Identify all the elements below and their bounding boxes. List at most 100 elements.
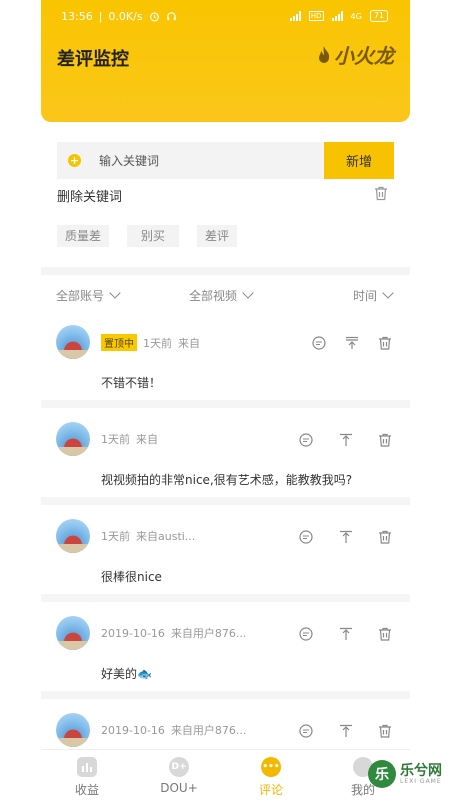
comment-time: 2019-10-16 xyxy=(101,723,165,737)
tab-earnings[interactable]: 收益 xyxy=(57,757,117,798)
alarm-icon xyxy=(149,12,159,21)
avatar xyxy=(56,325,90,359)
comment-item: 2019-10-16 来自用户876... xyxy=(41,699,410,749)
comment-divider xyxy=(41,594,410,602)
pin-icon[interactable] xyxy=(338,432,354,448)
watermark: 乐 乐兮网 LEXI GAME xyxy=(368,760,442,788)
pin-icon[interactable] xyxy=(338,529,354,545)
tab-label: 收益 xyxy=(74,783,99,797)
comment-time: 1天前 xyxy=(101,433,130,446)
comment-source: 来自用户876... xyxy=(170,724,247,737)
watermark-text: 乐兮网 xyxy=(400,762,442,779)
battery-indicator: 71 xyxy=(369,10,388,22)
tab-comments[interactable]: ••• 评论 xyxy=(241,757,301,798)
comment-divider xyxy=(41,497,410,505)
comment-item: 置顶中 1天前 来自 不错不错！ xyxy=(41,311,410,400)
bar-chart-icon xyxy=(77,757,97,777)
comment-icon: ••• xyxy=(261,757,281,777)
signal-icon xyxy=(289,11,301,21)
hd-label: HD xyxy=(308,11,324,21)
reply-icon[interactable] xyxy=(298,529,314,545)
watermark-logo-icon: 乐 xyxy=(368,760,396,788)
tab-label: DOU+ xyxy=(160,781,198,795)
filter-account[interactable]: 全部账号 xyxy=(56,287,121,304)
comment-divider xyxy=(41,691,410,699)
comment-source: 来自 xyxy=(178,336,200,350)
comment-text: 好美的🐟 xyxy=(101,667,152,681)
comment-time: 2019-10-16 xyxy=(101,626,165,640)
avatar xyxy=(56,713,90,747)
chevron-down-icon xyxy=(382,287,394,299)
keyword-tags: 质量差 别买 差评 xyxy=(57,225,237,247)
comment-meta: 1天前 来自 xyxy=(101,431,158,447)
filter-account-label: 全部账号 xyxy=(56,288,105,303)
avatar xyxy=(56,616,90,650)
comment-text: 视视频拍的非常nice,很有艺术感，能教教我吗? xyxy=(101,473,353,487)
add-keyword-button[interactable]: 新增 xyxy=(324,142,394,179)
filter-time[interactable]: 时间 xyxy=(353,287,394,304)
keyword-panel: + 输入关键词 新增 删除关键词 质量差 别买 差评 xyxy=(41,122,410,267)
trash-icon[interactable] xyxy=(377,335,393,351)
add-circle-icon: + xyxy=(68,154,81,167)
trash-icon[interactable] xyxy=(377,529,393,545)
reply-icon[interactable] xyxy=(311,335,327,351)
chevron-down-icon xyxy=(242,287,254,299)
reply-icon[interactable] xyxy=(298,432,314,448)
comment-source: 来自austi... xyxy=(136,530,196,543)
unpin-icon[interactable] xyxy=(344,335,360,351)
reply-icon[interactable] xyxy=(298,723,314,739)
bottom-tab-bar: 收益 D+ DOU+ ••• 评论 我的 xyxy=(41,749,410,801)
keyword-tag[interactable]: 质量差 xyxy=(57,225,109,247)
avatar xyxy=(56,519,90,553)
section-divider xyxy=(41,267,410,275)
trash-icon[interactable] xyxy=(377,432,393,448)
network-speed: 0.0K/s xyxy=(108,9,143,23)
reply-icon[interactable] xyxy=(298,626,314,642)
comment-meta: 置顶中 1天前 来自 xyxy=(101,334,200,351)
comment-meta: 2019-10-16 来自用户876... xyxy=(101,722,246,738)
flame-icon xyxy=(319,45,330,63)
comment-meta: 1天前 来自austi... xyxy=(101,528,195,544)
chevron-down-icon xyxy=(109,287,121,299)
keyword-tag[interactable]: 差评 xyxy=(197,225,237,247)
signal-icon-2 xyxy=(331,11,343,21)
watermark-sub: LEXI GAME xyxy=(400,777,442,785)
comment-meta: 2019-10-16 来自用户876... xyxy=(101,625,246,641)
trash-icon[interactable] xyxy=(377,723,393,739)
delete-keyword-label: 删除关键词 xyxy=(57,190,123,205)
comment-source: 来自 xyxy=(136,433,158,446)
trash-icon[interactable] xyxy=(374,186,388,201)
keyword-tag[interactable]: 别买 xyxy=(127,225,179,247)
tab-dou-plus[interactable]: D+ DOU+ xyxy=(149,757,209,795)
app-header: 13:56 | 0.0K/s HD 4G 71 差评监控 小火龙 xyxy=(41,0,410,122)
page-title: 差评监控 xyxy=(57,49,129,70)
logo-text: 小火龙 xyxy=(334,44,394,68)
tab-label: 评论 xyxy=(258,783,283,797)
filter-time-label: 时间 xyxy=(353,288,378,303)
comment-time: 1天前 xyxy=(143,336,172,350)
filter-bar: 全部账号 全部视频 时间 xyxy=(41,279,410,311)
keyword-input[interactable]: + 输入关键词 xyxy=(57,142,325,179)
keyword-input-placeholder: 输入关键词 xyxy=(99,154,160,168)
headset-icon xyxy=(166,11,176,20)
pinned-badge: 置顶中 xyxy=(101,334,137,351)
dou-plus-icon: D+ xyxy=(169,757,189,777)
filter-video[interactable]: 全部视频 xyxy=(189,287,254,304)
filter-video-label: 全部视频 xyxy=(189,288,238,303)
comment-source: 来自用户876... xyxy=(170,627,247,640)
comment-item: 1天前 来自 视视频拍的非常nice,很有艺术感，能教教我吗? xyxy=(41,408,410,497)
avatar xyxy=(56,422,90,456)
comment-item: 2019-10-16 来自用户876... 好美的🐟 xyxy=(41,602,410,691)
comment-divider xyxy=(41,400,410,408)
comment-text: 很棒很nice xyxy=(101,570,162,584)
comment-text: 不错不错！ xyxy=(101,376,162,390)
network-type-label: 4G xyxy=(350,11,362,21)
trash-icon[interactable] xyxy=(377,626,393,642)
status-bar: 13:56 | 0.0K/s HD 4G 71 xyxy=(41,0,410,32)
comment-time: 1天前 xyxy=(101,530,130,543)
comment-item: 1天前 来自austi... 很棒很nice xyxy=(41,505,410,594)
status-time: 13:56 xyxy=(61,9,93,23)
pin-icon[interactable] xyxy=(338,723,354,739)
pin-icon[interactable] xyxy=(338,626,354,642)
app-logo: 小火龙 xyxy=(316,40,394,69)
